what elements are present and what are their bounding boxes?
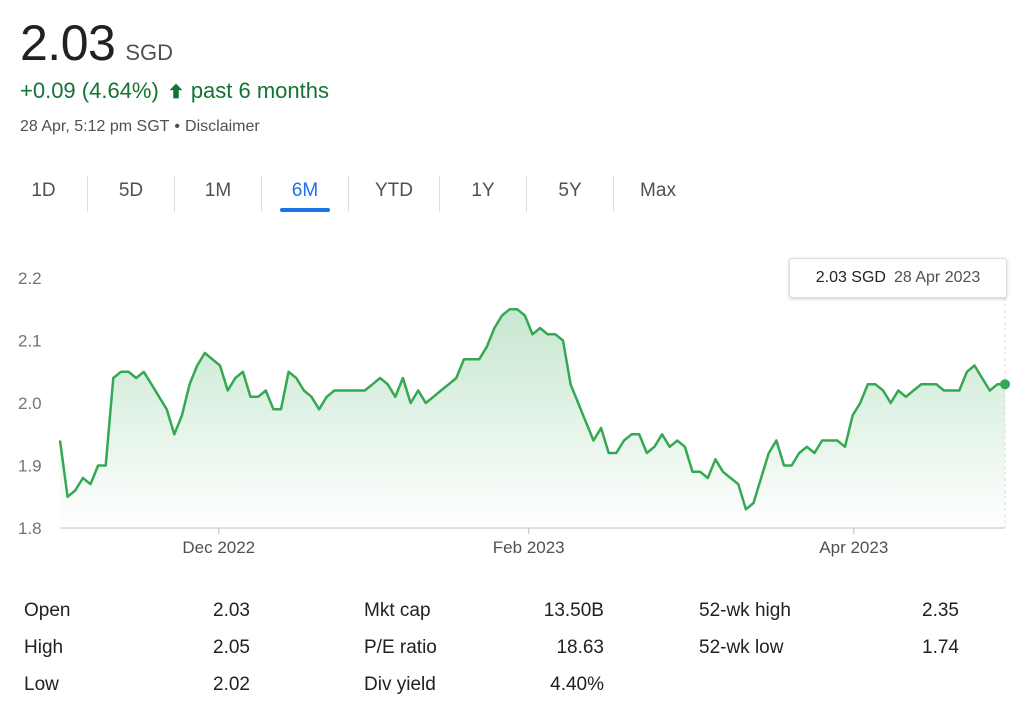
stat-label-high: High [24, 636, 64, 658]
tab-label: YTD [375, 180, 413, 201]
stat-value-div-yield: 4.40% [550, 673, 604, 695]
stat-value-pe-ratio: 18.63 [556, 636, 604, 658]
tab-5d[interactable]: 5D [88, 172, 174, 212]
change-value: +0.09 (4.64%) [20, 78, 159, 103]
timestamp: 28 Apr, 5:12 pm SGT [20, 118, 170, 135]
tab-1y[interactable]: 1Y [440, 172, 526, 212]
stat-value-open: 2.03 [213, 599, 250, 621]
stat-value-52wk-low: 1.74 [922, 636, 959, 658]
y-tick-label: 2.1 [18, 332, 42, 351]
stat-label-mkt-cap: Mkt cap [364, 599, 431, 621]
stat-value-low: 2.02 [213, 673, 250, 695]
currency-label: SGD [125, 40, 174, 65]
stat-label-div-yield: Div yield [364, 673, 436, 695]
disclaimer-link[interactable]: Disclaimer [185, 118, 260, 135]
tab-label: 1D [31, 180, 56, 201]
range-tabs: 1D 5D 1M 6M YTD 1Y 5Y Max [0, 172, 720, 216]
timestamp-row: 28 Apr, 5:12 pm SGT • Disclaimer [20, 118, 329, 136]
change-period: past 6 months [190, 78, 329, 103]
tab-label: 5D [118, 180, 144, 201]
y-tick-label: 2.0 [18, 394, 42, 413]
tab-ytd[interactable]: YTD [349, 172, 439, 212]
tab-label: 5Y [558, 180, 582, 201]
stats-row: High 2.05 P/E ratio 18.63 52-wk low 1.74 [24, 629, 1004, 666]
tooltip-date: 28 Apr 2023 [893, 269, 981, 286]
stats-row: Low 2.02 Div yield 4.40% [24, 666, 1004, 703]
y-tick-label: 1.8 [18, 519, 42, 538]
quote-header: 2.03 SGD +0.09 (4.64%) past 6 months 28 … [20, 14, 329, 136]
x-tick-label: Apr 2023 [819, 538, 888, 557]
stats-table: Open 2.03 Mkt cap 13.50B 52-wk high 2.35… [24, 592, 1004, 703]
price-row: 2.03 SGD [20, 14, 329, 72]
x-tick-label: Feb 2023 [493, 538, 565, 557]
tooltip-value: 2.03 SGD [815, 269, 886, 286]
price-change: +0.09 (4.64%) past 6 months [20, 78, 329, 104]
stat-label-52wk-high: 52-wk high [699, 599, 791, 621]
stat-label-52wk-low: 52-wk low [699, 636, 784, 658]
y-tick-label: 1.9 [18, 457, 42, 476]
stat-value-high: 2.05 [213, 636, 250, 658]
price-chart[interactable]: 2.2 2.1 2.0 1.9 1.8 Dec 2022 Feb 2023 Apr 2023… [0, 240, 1024, 570]
tab-5y[interactable]: 5Y [527, 172, 613, 212]
separator-dot: • [174, 118, 181, 135]
x-tick-label: Dec 2022 [182, 538, 255, 557]
stat-value-52wk-high: 2.35 [922, 599, 959, 621]
tab-1d[interactable]: 1D [0, 172, 87, 212]
stat-label-low: Low [24, 673, 59, 695]
stats-row: Open 2.03 Mkt cap 13.50B 52-wk high 2.35 [24, 592, 1004, 629]
tab-label: 6M [291, 180, 319, 201]
stat-label-open: Open [24, 599, 71, 621]
price-area-fill [60, 309, 1005, 528]
current-point-marker [1000, 379, 1010, 390]
chart-tooltip: 2.03 SGD 28 Apr 2023 [789, 258, 1007, 298]
tab-6m[interactable]: 6M [262, 172, 348, 212]
stat-value-mkt-cap: 13.50B [543, 599, 604, 621]
tab-max[interactable]: Max [614, 172, 702, 212]
tab-label: 1M [204, 180, 232, 201]
y-tick-label: 2.2 [18, 269, 42, 288]
tab-1m[interactable]: 1M [175, 172, 261, 212]
tab-label: 1Y [471, 180, 495, 201]
arrow-up-icon [169, 83, 183, 99]
current-price: 2.03 [20, 15, 116, 71]
active-tab-indicator [280, 208, 330, 212]
tab-label: Max [640, 180, 676, 201]
stat-label-pe-ratio: P/E ratio [364, 636, 437, 658]
